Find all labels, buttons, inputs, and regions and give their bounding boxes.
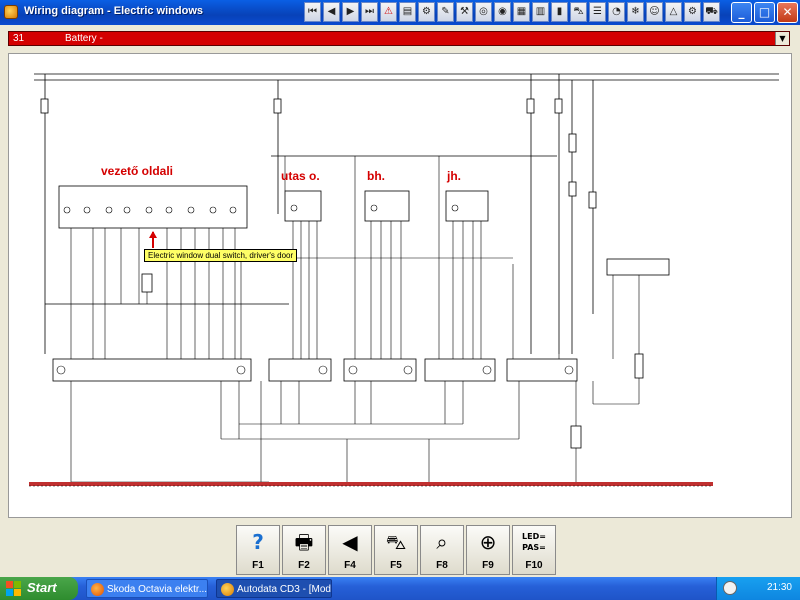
start-button[interactable]: Start (0, 577, 78, 600)
toolbar: ⏮ ◀ ▶ ⏭ ⚠ ▤ ⚙ ✎ ⚒ ◎ ◉ ▦ ▥ ▮ ⛍ ☰ ◔ ❄ ☺ △ ⚙ ⛟ (304, 2, 720, 22)
alert-icon[interactable]: △ (665, 2, 682, 22)
title-bar[interactable]: Wiring diagram - Electric windows ⏮ ◀ ▶ ⏭ ⚠ ▤… (0, 0, 800, 25)
back-icon: ◀ (342, 530, 358, 554)
function-key-label: F2 (298, 560, 310, 571)
wiring-diagram-drawing (29, 73, 779, 487)
locate-icon: ⊕ (479, 530, 497, 554)
windows-logo-icon (6, 581, 21, 596)
selector-value: Battery - (65, 33, 103, 44)
label-rear-left: bh. (367, 169, 385, 183)
function-key-f5[interactable]: ⛍ F5 (374, 525, 418, 575)
function-key-label: F1 (252, 560, 264, 571)
tray-app-icon[interactable] (723, 581, 737, 595)
wrench-icon[interactable]: ⚒ (456, 2, 473, 22)
car-icon[interactable]: ⛍ (570, 2, 587, 22)
function-key-f8[interactable]: ⌕ F8 (420, 525, 464, 575)
engine-icon[interactable]: ⚙ (418, 2, 435, 22)
function-key-f4[interactable]: ◀ F4 (328, 525, 372, 575)
airbag-icon[interactable]: ☺ (646, 2, 663, 22)
component-zoom-icon: ⌕ (436, 530, 448, 554)
function-key-f1[interactable]: ? F1 (236, 525, 280, 575)
firefox-icon (91, 583, 104, 596)
minimize-button[interactable]: _ (731, 2, 752, 23)
book-icon[interactable]: ▤ (399, 2, 416, 22)
led-pas-icon: LED= PAS= (522, 532, 546, 552)
chevron-down-icon[interactable]: ▼ (775, 32, 789, 45)
prev-icon[interactable]: ◀ (323, 2, 340, 22)
autodata-icon (221, 583, 234, 596)
last-icon[interactable]: ⏭ (361, 2, 378, 22)
tools-icon[interactable]: ✎ (437, 2, 454, 22)
taskbar: Start Skoda Octavia elektr... Autodata C… (0, 577, 800, 600)
maximize-button[interactable]: □ (754, 2, 775, 23)
label-passenger: utas o. (281, 169, 320, 183)
taskbar-item-label: Skoda Octavia elektr... (107, 584, 208, 595)
function-key-label: F4 (344, 560, 356, 571)
taskbar-item-autodata[interactable]: Autodata CD3 - [Mod... (216, 579, 332, 598)
component-tooltip: Electric window dual switch, driver's do… (144, 249, 298, 262)
service-icon[interactable]: ☰ (589, 2, 606, 22)
print-icon: 🖶 (294, 530, 314, 554)
wiring-diagram[interactable]: vezető oldali utas o. bh. jh. Electric w… (8, 53, 792, 518)
function-key-f2[interactable]: 🖶 F2 (282, 525, 326, 575)
function-key-bar: ? F1 🖶 F2 ◀ F4 ⛍ F5 ⌕ F8 ⊕ F9 LED= PAS= F10 (236, 525, 556, 575)
app-window: Wiring diagram - Electric windows ⏮ ◀ ▶ ⏭ ⚠ ▤… (0, 0, 800, 600)
function-key-label: F5 (390, 560, 402, 571)
clock: 21:30 (766, 582, 792, 593)
autodata-app-icon[interactable] (4, 5, 18, 19)
close-button[interactable]: ✕ (777, 2, 798, 23)
function-key-f9[interactable]: ⊕ F9 (466, 525, 510, 575)
first-icon[interactable]: ⏮ (304, 2, 321, 22)
clock-icon[interactable]: ◔ (608, 2, 625, 22)
parts-icon[interactable]: ▦ (513, 2, 530, 22)
start-label: Start (27, 580, 57, 595)
taskbar-item-firefox[interactable]: Skoda Octavia elektr... (86, 579, 208, 598)
selector-code: 31 (13, 33, 25, 44)
brakes-icon[interactable]: ◉ (494, 2, 511, 22)
function-key-label: F10 (525, 560, 543, 571)
window-controls: _ □ ✕ (731, 2, 798, 23)
next-icon[interactable]: ▶ (342, 2, 359, 22)
battery-icon[interactable]: ▮ (551, 2, 568, 22)
aircon-icon[interactable]: ❄ (627, 2, 644, 22)
filter-icon[interactable]: ▥ (532, 2, 549, 22)
function-key-label: F8 (436, 560, 448, 571)
system-tray: 21:30 (716, 577, 800, 600)
vehicle-icon: ⛍ (385, 530, 407, 554)
circuit-selector[interactable]: 31 Battery - ▼ (8, 31, 790, 46)
warning-icon[interactable]: ⚠ (380, 2, 397, 22)
gauge-icon[interactable]: ◎ (475, 2, 492, 22)
function-key-f10[interactable]: LED= PAS= F10 (512, 525, 556, 575)
taskbar-item-label: Autodata CD3 - [Mod... (237, 584, 332, 595)
window-title: Wiring diagram - Electric windows (24, 5, 203, 17)
label-rear-right: jh. (447, 169, 461, 183)
function-key-label: F9 (482, 560, 494, 571)
settings-icon[interactable]: ⚙ (684, 2, 701, 22)
car-lift-icon[interactable]: ⛟ (703, 2, 720, 22)
help-icon: ? (252, 530, 264, 554)
label-driver-side: vezető oldali (101, 164, 174, 178)
